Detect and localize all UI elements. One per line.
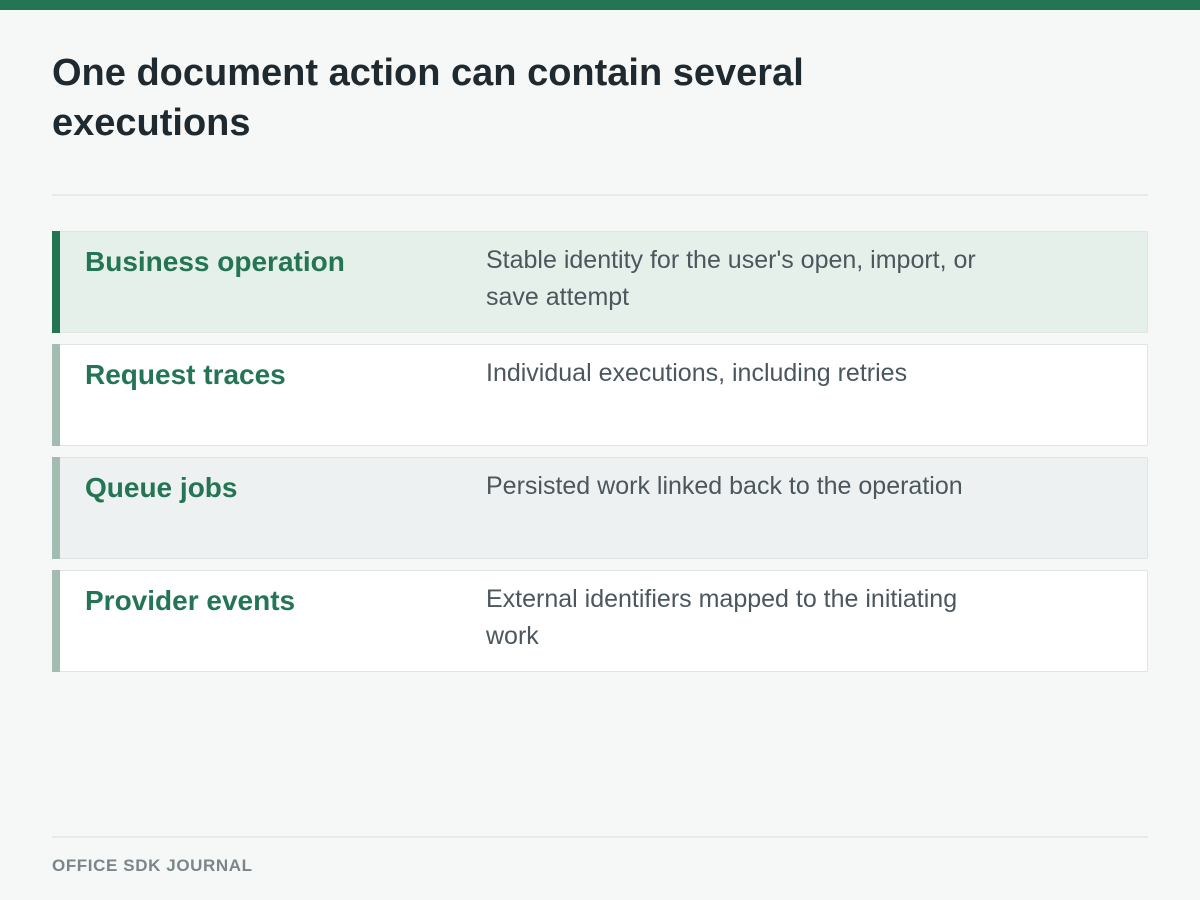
row-label: Provider events [85, 585, 296, 616]
concept-list: Business operation Stable identity for t… [52, 231, 1148, 683]
footer-label: OFFICE SDK JOURNAL [52, 856, 253, 875]
row-label: Queue jobs [85, 472, 238, 503]
list-item-request-traces: Request traces Individual executions, in… [52, 344, 1148, 446]
slide: One document action can contain several … [0, 0, 1200, 900]
footer-divider [52, 836, 1148, 838]
page-title: One document action can contain several … [52, 52, 804, 144]
list-item-queue-jobs: Queue jobs Persisted work linked back to… [52, 457, 1148, 559]
row-description: Stable identity for the user's open, imp… [486, 246, 976, 311]
row-label: Request traces [85, 359, 286, 390]
top-accent-bar [0, 0, 1200, 10]
row-description: Persisted work linked back to the operat… [486, 472, 963, 500]
row-description: Individual executions, including retries [486, 359, 908, 387]
list-item-provider-events: Provider events External identifiers map… [52, 570, 1148, 672]
list-item-business-operation: Business operation Stable identity for t… [52, 231, 1148, 333]
row-label: Business operation [85, 246, 345, 277]
row-accent-bar [52, 344, 60, 446]
row-description: External identifiers mapped to the initi… [486, 585, 958, 650]
row-accent-bar [52, 457, 60, 559]
row-accent-bar [52, 231, 60, 333]
row-accent-bar [52, 570, 60, 672]
title-divider [52, 194, 1148, 196]
